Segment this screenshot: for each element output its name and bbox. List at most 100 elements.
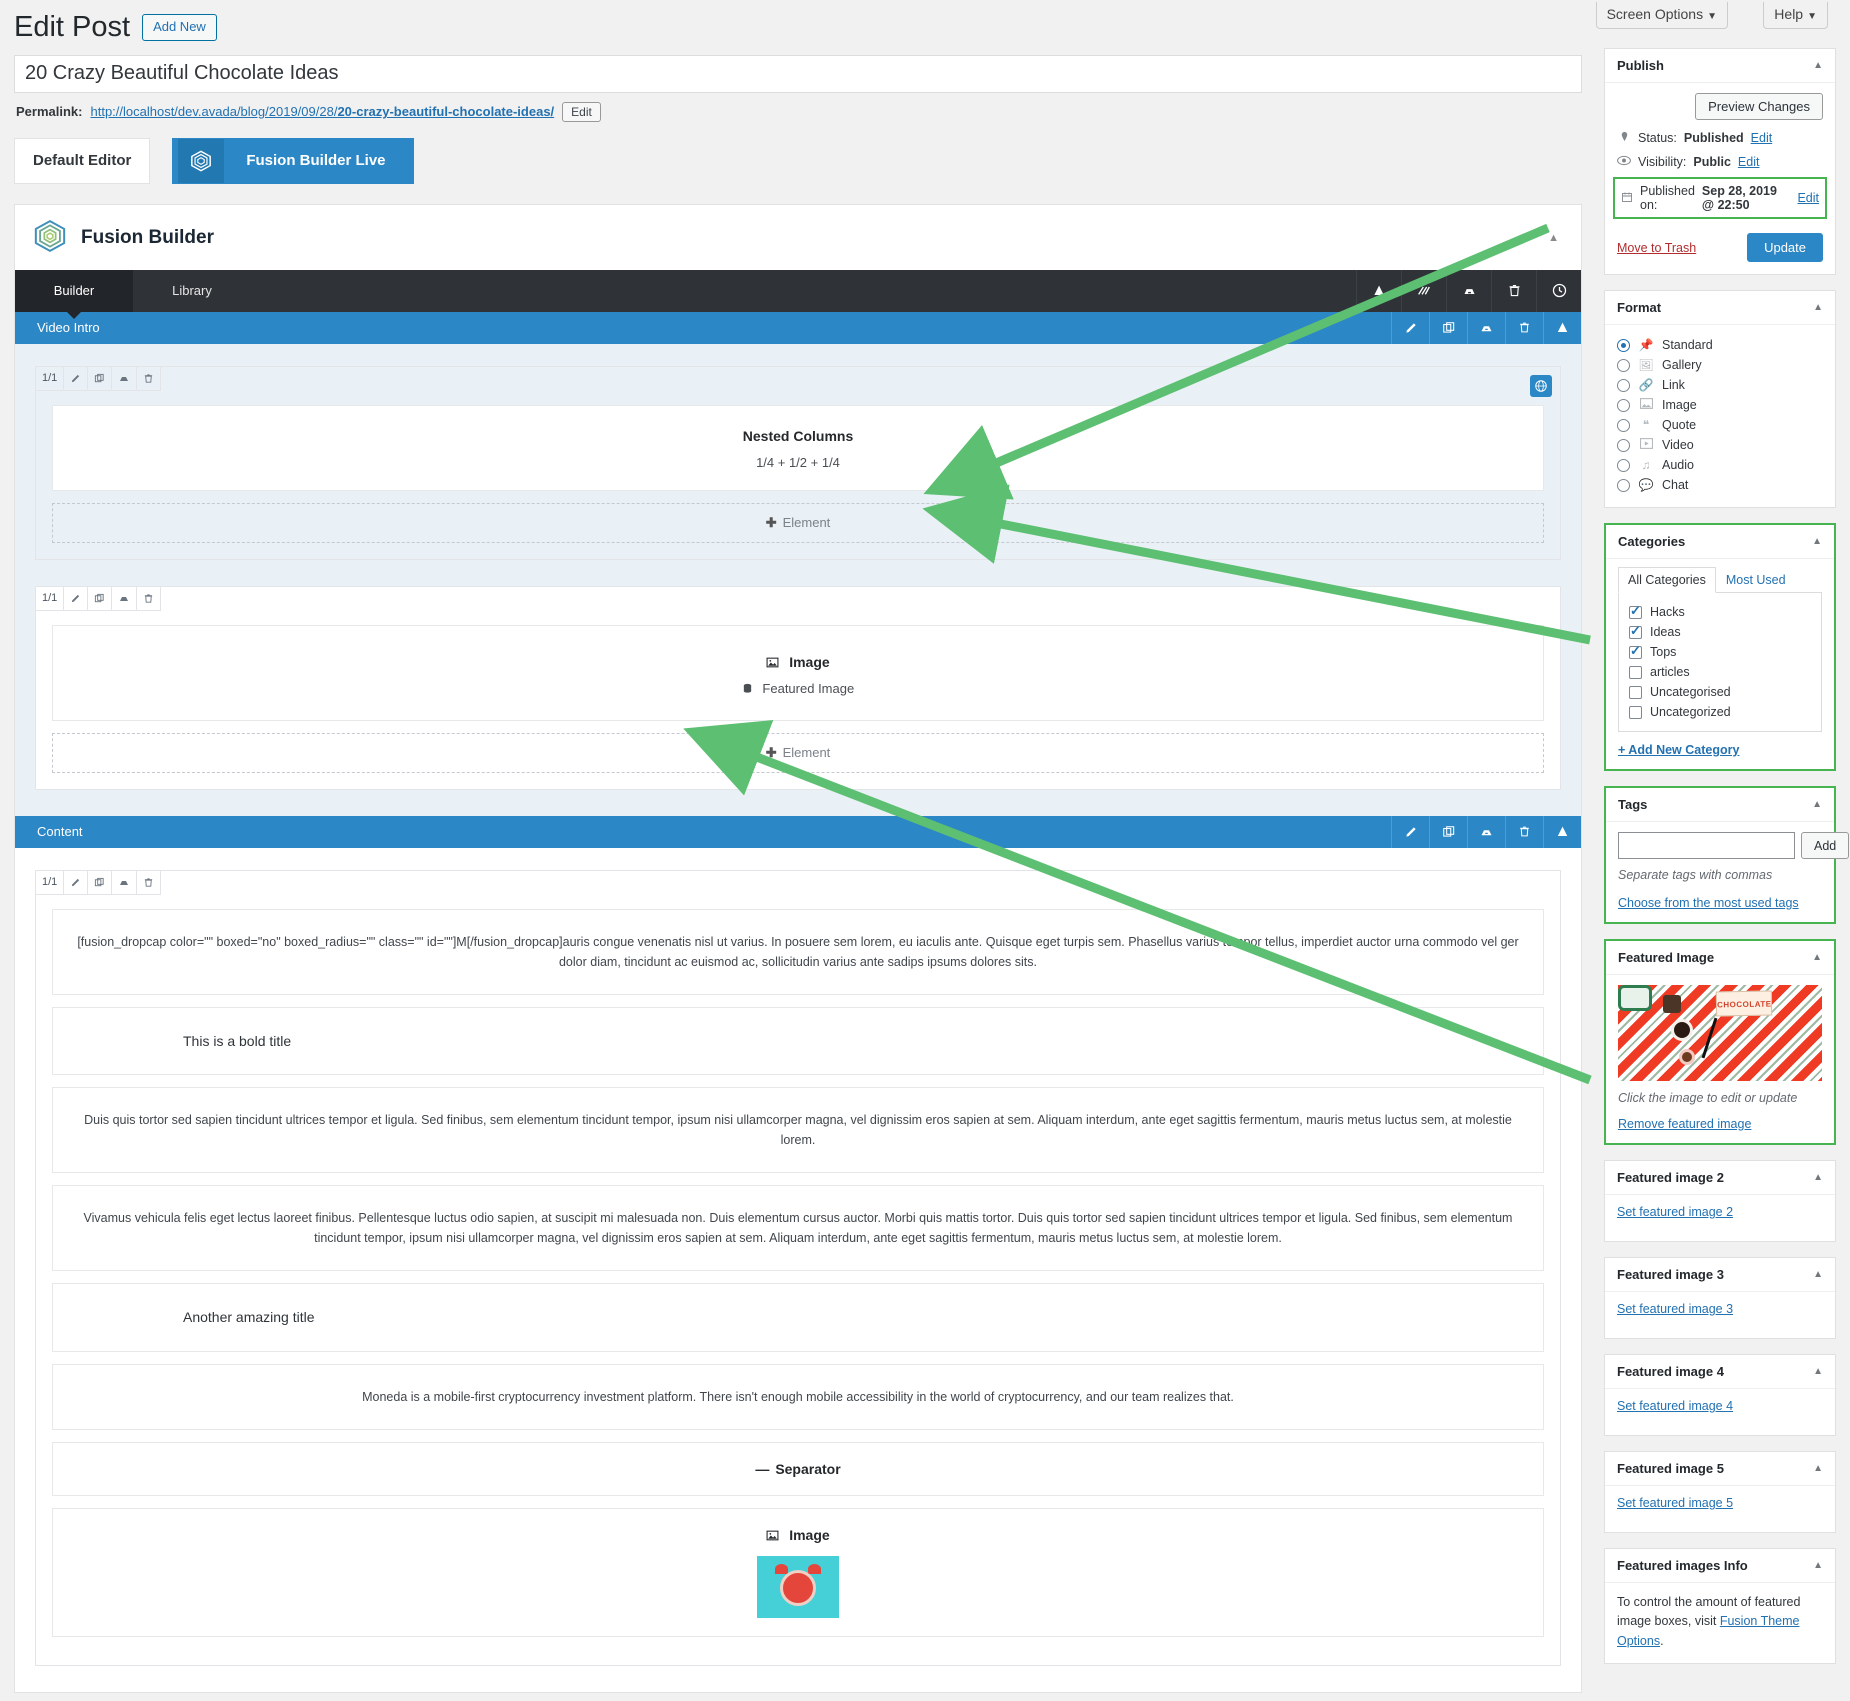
category-item-uncategorized[interactable]: Uncategorized	[1629, 702, 1811, 722]
radio-gallery[interactable]	[1617, 358, 1630, 372]
featured-image-thumbnail[interactable]: CHOCOLATE	[1618, 985, 1822, 1081]
pencil-icon[interactable]	[1391, 311, 1429, 344]
category-item-ideas[interactable]: Ideas	[1629, 622, 1811, 642]
add-new-button[interactable]: Add New	[142, 13, 217, 41]
add-element-button[interactable]: ✚ Element	[52, 502, 1544, 543]
status-edit-link[interactable]: Edit	[1751, 131, 1773, 145]
collapse-icon[interactable]: ▲	[1813, 1463, 1823, 1474]
radio-image[interactable]	[1617, 398, 1630, 412]
choose-most-used-tags-link[interactable]: Choose from the most used tags	[1618, 896, 1822, 910]
preview-changes-button[interactable]: Preview Changes	[1695, 93, 1823, 120]
post-title-input[interactable]	[14, 54, 1582, 93]
element-image[interactable]: Image Featured Image	[52, 624, 1544, 721]
add-element-button[interactable]: ✚ Element	[52, 732, 1544, 773]
radio-link[interactable]	[1617, 378, 1630, 392]
collapse-all-icon[interactable]: ▲	[1356, 269, 1401, 312]
format-option-image[interactable]: Image	[1617, 395, 1823, 415]
collapse-icon[interactable]: ▲	[1813, 1560, 1823, 1571]
default-editor-button[interactable]: Default Editor	[14, 137, 151, 184]
format-option-standard[interactable]: 📌 Standard	[1617, 335, 1823, 355]
tab-most-used[interactable]: Most Used	[1716, 567, 1796, 593]
update-button[interactable]: Update	[1747, 233, 1823, 262]
set-featured-image-5-link[interactable]: Set featured image 5	[1617, 1496, 1733, 1510]
collapse-icon[interactable]: ▲	[1813, 60, 1823, 71]
collapse-icon[interactable]: ▲	[1813, 1172, 1823, 1183]
clone-icon[interactable]	[88, 366, 113, 390]
save-library-icon[interactable]	[1467, 311, 1505, 344]
permalink-link[interactable]: http://localhost/dev.avada/blog/2019/09/…	[90, 104, 554, 119]
collapse-icon[interactable]: ▲	[1813, 1366, 1823, 1377]
save-library-icon[interactable]	[112, 366, 138, 390]
globe-icon[interactable]	[1530, 374, 1552, 397]
clone-icon[interactable]	[88, 870, 113, 894]
set-featured-image-4-link[interactable]: Set featured image 4	[1617, 1399, 1733, 1413]
checkbox-uncategorized[interactable]	[1629, 705, 1642, 719]
categories-list[interactable]: Hacks Ideas Tops articles Uncategorised	[1618, 593, 1822, 732]
element-separator[interactable]: — Separator	[52, 1441, 1544, 1496]
trash-icon[interactable]	[137, 586, 162, 610]
trash-icon[interactable]	[137, 366, 162, 390]
collapse-icon[interactable]: ▲	[1543, 311, 1581, 344]
checkbox-ideas[interactable]	[1629, 623, 1642, 639]
collapse-icon[interactable]: ▲	[1543, 815, 1581, 848]
radio-quote[interactable]	[1617, 418, 1630, 432]
published-edit-link[interactable]: Edit	[1797, 191, 1819, 205]
collapse-icon[interactable]: ▲	[1812, 536, 1822, 547]
revision-history-icon[interactable]	[1536, 269, 1581, 312]
checkbox-uncategorised[interactable]	[1629, 685, 1642, 699]
tab-library[interactable]: Library	[133, 270, 251, 312]
collapse-icon[interactable]: ▲	[1813, 302, 1823, 313]
radio-audio[interactable]	[1617, 458, 1630, 472]
collapse-icon[interactable]: ▲	[1812, 952, 1822, 963]
category-item-articles[interactable]: articles	[1629, 662, 1811, 682]
tab-all-categories[interactable]: All Categories	[1618, 567, 1716, 593]
save-icon[interactable]	[1446, 269, 1491, 312]
save-library-icon[interactable]	[112, 586, 138, 610]
element-title-block[interactable]: This is a bold title	[52, 1006, 1544, 1076]
checkbox-hacks[interactable]	[1629, 603, 1642, 619]
radio-chat[interactable]	[1617, 478, 1630, 492]
set-featured-image-2-link[interactable]: Set featured image 2	[1617, 1205, 1733, 1219]
trash-icon[interactable]	[1505, 815, 1543, 848]
format-option-chat[interactable]: 💬 Chat	[1617, 475, 1823, 495]
checkbox-articles[interactable]	[1629, 665, 1642, 679]
save-library-icon[interactable]	[1467, 815, 1505, 848]
history-undo-icon[interactable]	[1401, 269, 1446, 312]
element-title-block[interactable]: Another amazing title	[52, 1283, 1544, 1352]
radio-video[interactable]	[1617, 438, 1630, 452]
checkbox-tops[interactable]	[1629, 643, 1642, 659]
pencil-icon[interactable]	[64, 586, 89, 610]
element-text-block[interactable]: Duis quis tortor sed sapien tincidunt ul…	[52, 1087, 1544, 1174]
pencil-icon[interactable]	[64, 366, 89, 390]
set-featured-image-3-link[interactable]: Set featured image 3	[1617, 1302, 1733, 1316]
clone-icon[interactable]	[88, 586, 113, 610]
element-text-block[interactable]: Vivamus vehicula felis eget lectus laore…	[52, 1185, 1544, 1272]
category-item-hacks[interactable]: Hacks	[1629, 602, 1811, 622]
format-option-video[interactable]: Video	[1617, 435, 1823, 455]
radio-standard[interactable]	[1617, 338, 1630, 352]
add-tag-button[interactable]: Add	[1801, 832, 1850, 859]
clone-icon[interactable]	[1429, 815, 1467, 848]
visibility-edit-link[interactable]: Edit	[1738, 155, 1760, 169]
pencil-icon[interactable]	[64, 870, 89, 894]
collapse-icon[interactable]: ▲	[1813, 1269, 1823, 1280]
fusion-builder-live-button[interactable]: Fusion Builder Live	[172, 137, 414, 184]
remove-featured-image-link[interactable]: Remove featured image	[1618, 1117, 1822, 1131]
permalink-edit-button[interactable]: Edit	[562, 101, 601, 122]
format-option-gallery[interactable]: 🖼 Gallery	[1617, 355, 1823, 375]
element-image[interactable]: Image	[52, 1507, 1544, 1637]
category-item-tops[interactable]: Tops	[1629, 642, 1811, 662]
clone-icon[interactable]	[1429, 311, 1467, 344]
collapse-icon[interactable]: ▲	[1548, 232, 1563, 244]
trash-icon[interactable]	[1491, 269, 1536, 312]
trash-icon[interactable]	[1505, 311, 1543, 344]
element-text-block[interactable]: [fusion_dropcap color="" boxed="no" boxe…	[52, 908, 1544, 995]
collapse-icon[interactable]: ▲	[1812, 799, 1822, 810]
tab-builder[interactable]: Builder	[15, 269, 133, 312]
element-nested-columns[interactable]: Nested Columns 1/4 + 1/2 + 1/4	[52, 404, 1544, 491]
format-option-audio[interactable]: ♫ Audio	[1617, 455, 1823, 475]
save-library-icon[interactable]	[112, 870, 138, 894]
pencil-icon[interactable]	[1391, 815, 1429, 848]
tags-input[interactable]	[1618, 832, 1795, 859]
move-to-trash-link[interactable]: Move to Trash	[1617, 241, 1696, 255]
